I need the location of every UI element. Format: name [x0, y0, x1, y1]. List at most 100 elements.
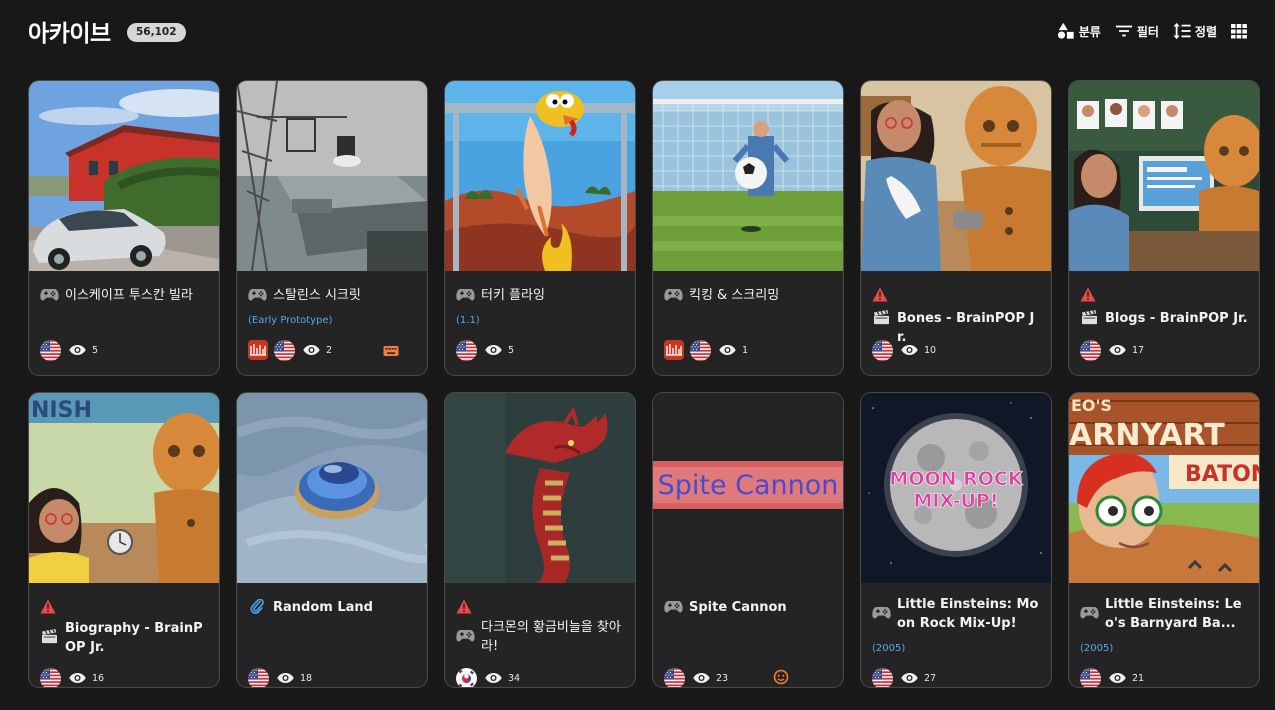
animation-icon	[872, 310, 891, 325]
warning-icon	[872, 287, 888, 302]
thumbnail-spite-cannon: Spite Cannon	[653, 393, 843, 583]
classify-button[interactable]: 분류	[1057, 22, 1101, 40]
archive-card[interactable]: 이스케이프 투스칸 빌라 5	[28, 80, 220, 376]
card-title: Random Land	[273, 600, 373, 615]
card-subtitle: (2005)	[872, 643, 906, 654]
card-title-row: 터키 플라잉	[456, 286, 627, 305]
thumb-text-line-2: ARNYART	[1069, 418, 1225, 453]
filter-icon	[1115, 25, 1132, 37]
thumb-text-line-1: MOON ROCK	[889, 468, 1023, 490]
card-title-row: Spite Cannon	[664, 598, 835, 617]
archive-card[interactable]: 터키 플라잉 (1.1) 5	[444, 80, 636, 376]
us-flag-icon	[248, 668, 269, 689]
card-title-row: 다크몬의 황금비늘을 찾아라!	[456, 618, 627, 656]
archive-card[interactable]: NISH Biography - BrainPOP Jr. 16	[28, 392, 220, 688]
thumbnail-darkmon	[445, 393, 635, 583]
card-meta: 10	[872, 339, 936, 361]
view-count: 5	[508, 344, 515, 356]
us-flag-icon	[456, 340, 477, 361]
view-count: 34	[508, 672, 521, 684]
sort-button[interactable]: 정렬	[1173, 22, 1217, 40]
thumb-text-line-2: MIX-UP!	[914, 490, 999, 512]
eye-icon	[485, 344, 502, 356]
us-flag-icon	[1080, 668, 1101, 689]
us-flag-icon	[872, 340, 893, 361]
eye-icon	[485, 672, 502, 684]
game-icon	[664, 287, 683, 302]
card-subtitle: (Early Prototype)	[248, 315, 333, 326]
view-count: 18	[300, 672, 313, 684]
filter-button[interactable]: 필터	[1115, 22, 1159, 40]
thumbnail-turkey	[445, 81, 635, 271]
card-meta: 23	[664, 667, 728, 688]
eye-icon	[901, 672, 918, 684]
archive-card[interactable]: Spite Cannon Spite Cannon 23	[652, 392, 844, 688]
eye-icon	[69, 672, 86, 684]
archive-card[interactable]: 스탈린스 시크릿 (Early Prototype) 2	[236, 80, 428, 376]
game-icon	[872, 605, 891, 620]
shockwave-icon	[248, 340, 268, 360]
us-flag-icon	[40, 668, 61, 689]
card-meta: 5	[456, 339, 514, 361]
face-icon	[773, 669, 789, 685]
grid-view-button[interactable]	[1231, 23, 1247, 39]
archive-card[interactable]: MOON ROCK MIX-UP! Little Einsteins: Moon…	[860, 392, 1052, 688]
card-title-row: Random Land	[248, 598, 419, 617]
thumbnail-leos-barnyard: EO'S ARNYART BATON	[1069, 393, 1259, 583]
card-meta: 21	[1080, 667, 1144, 688]
archive-card[interactable]: Random Land 18	[236, 392, 428, 688]
view-count: 1	[742, 344, 749, 356]
warning-icon	[456, 599, 472, 614]
us-flag-icon	[40, 340, 61, 361]
us-flag-icon	[274, 340, 295, 361]
card-meta: 16	[40, 667, 104, 688]
eye-icon	[693, 672, 710, 684]
thumb-text-line-1: EO'S	[1071, 396, 1112, 415]
kr-flag-icon	[456, 668, 477, 689]
thumbnail-biography: NISH	[29, 393, 219, 583]
view-count: 5	[92, 344, 99, 356]
shapes-icon	[1057, 22, 1074, 39]
view-count: 16	[92, 672, 105, 684]
view-count: 23	[716, 672, 729, 684]
thumb-text: Spite Cannon	[658, 470, 839, 501]
card-title: Blogs - BrainPOP Jr.	[1105, 311, 1248, 326]
card-title-row: Biography - BrainPOP Jr.	[40, 619, 211, 657]
view-count: 2	[326, 344, 333, 356]
card-meta: 17	[1080, 339, 1144, 361]
card-title-row: Little Einsteins: Moon Rock Mix-Up!	[872, 595, 1043, 633]
warning-icon	[1080, 287, 1096, 302]
us-flag-icon	[690, 340, 711, 361]
toolbar: 분류 필터 정렬	[1057, 22, 1247, 40]
archive-card[interactable]: EO'S ARNYART BATON Little Einsteins: Leo…	[1068, 392, 1260, 688]
archive-card[interactable]: 다크몬의 황금비늘을 찾아라! 34	[444, 392, 636, 688]
eye-icon	[901, 344, 918, 356]
archive-card[interactable]: Bones - BrainPOP Jr. 10	[860, 80, 1052, 376]
us-flag-icon	[1080, 340, 1101, 361]
archive-card[interactable]: 킥킹 & 스크리밍 1	[652, 80, 844, 376]
card-title: 스탈린스 시크릿	[273, 288, 361, 303]
card-title: 다크몬의 황금비늘을 찾아라!	[481, 620, 621, 654]
view-count: 27	[924, 672, 937, 684]
game-icon	[456, 287, 475, 302]
card-title: 터키 플라잉	[481, 288, 545, 303]
us-flag-icon	[872, 668, 893, 689]
game-icon	[1080, 605, 1099, 620]
filter-label: 필터	[1136, 24, 1159, 39]
card-meta: 18	[248, 667, 312, 688]
count-badge: 56,102	[127, 23, 186, 42]
link-icon	[250, 599, 264, 614]
archive-card[interactable]: Blogs - BrainPOP Jr. 17	[1068, 80, 1260, 376]
card-title: 킥킹 & 스크리밍	[689, 288, 780, 303]
animation-icon	[1080, 310, 1099, 325]
shockwave-icon	[664, 340, 684, 360]
card-title: Biography - BrainPOP Jr.	[65, 621, 203, 655]
thumbnail-stalins-secret	[237, 81, 427, 271]
card-meta: 1	[664, 339, 748, 361]
card-subtitle: (1.1)	[456, 315, 480, 326]
card-title: Little Einsteins: Leo's Barnyard Ba...	[1105, 597, 1242, 631]
thumbnail-bones	[861, 81, 1051, 271]
us-flag-icon	[664, 668, 685, 689]
thumbnail-blogs	[1069, 81, 1259, 271]
eye-icon	[69, 344, 86, 356]
